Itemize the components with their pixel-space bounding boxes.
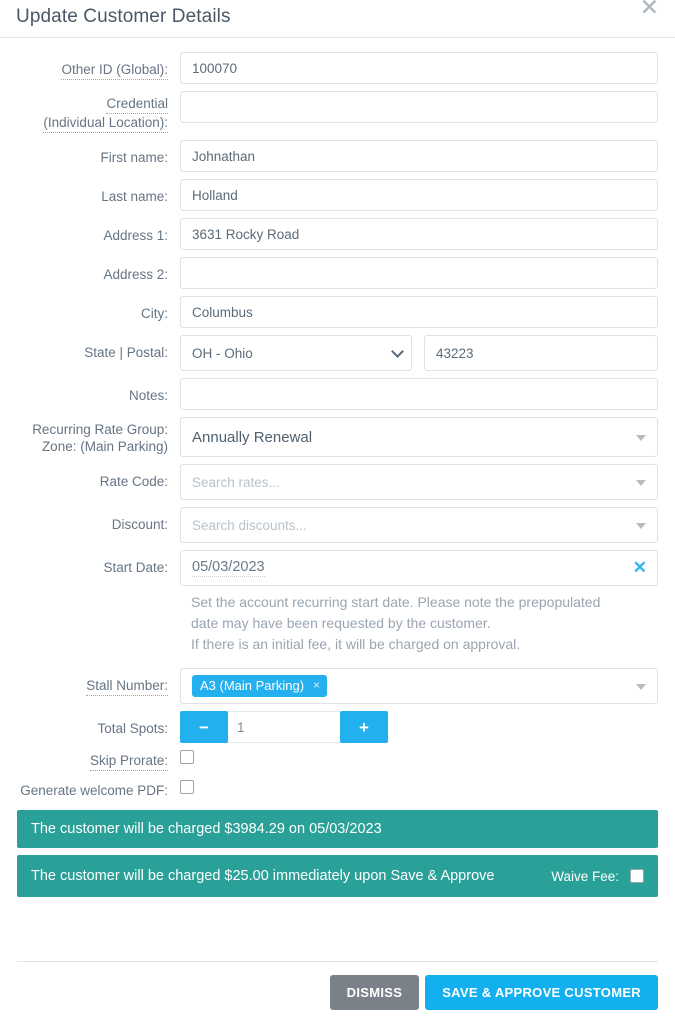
address2-input[interactable] [180,257,658,289]
total-spots-input[interactable] [228,711,340,743]
start-date-label: Start Date: [103,560,168,575]
field-row-rate-group: Recurring Rate Group: Zone: (Main Parkin… [17,417,658,457]
state-select[interactable]: OH - Ohio [180,335,412,371]
state-select-value: OH - Ohio [180,335,412,371]
other-id-label: Other ID (Global): [17,52,180,80]
field-row-discount: Discount: Search discounts... [17,507,658,543]
rate-code-placeholder: Search rates... [180,464,658,500]
field-row-other-id: Other ID (Global): [17,52,658,84]
credential-label: Credential (Individual Location): [17,91,180,133]
discount-placeholder: Search discounts... [180,507,658,543]
clear-icon[interactable]: ✕ [633,558,647,578]
recurring-charge-banner: The customer will be charged $3984.29 on… [17,810,658,848]
decrement-button[interactable]: − [180,711,228,743]
field-row-credential: Credential (Individual Location): [17,91,658,133]
rate-code-label: Rate Code: [99,474,168,489]
stall-number-dropdown[interactable]: A3 (Main Parking) × [180,668,658,704]
field-row-city: City: [17,296,658,328]
immediate-charge-text: The customer will be charged $25.00 imme… [31,868,495,884]
rate-group-value: Annually Renewal [180,417,658,457]
start-date-value: 05/03/2023 [192,559,265,577]
rate-code-dropdown[interactable]: Search rates... [180,464,658,500]
skip-prorate-label: Skip Prorate: [17,750,180,771]
field-row-address2: Address 2: [17,257,658,289]
field-row-generate-pdf: Generate welcome PDF: [17,780,658,799]
last-name-label: Last name: [101,189,168,204]
rate-group-dropdown[interactable]: Annually Renewal [180,417,658,457]
generate-pdf-label: Generate welcome PDF: [20,783,168,798]
address1-label: Address 1: [103,228,168,243]
discount-label: Discount: [111,517,168,532]
stall-chip[interactable]: A3 (Main Parking) × [192,675,328,697]
dismiss-button[interactable]: DISMISS [329,975,420,1010]
field-row-first-name: First name: [17,140,658,172]
field-row-state-postal: State | Postal: OH - Ohio [17,335,658,371]
generate-pdf-checkbox[interactable] [180,780,194,794]
start-date-help-line1: Set the account recurring start date. Pl… [191,594,601,610]
total-spots-stepper: − + [180,711,388,743]
credential-input[interactable] [180,91,658,123]
increment-button[interactable]: + [340,711,388,743]
address2-label: Address 2: [103,267,168,282]
dialog-title: Update Customer Details [16,6,231,27]
postal-input[interactable] [424,335,658,371]
field-row-skip-prorate: Skip Prorate: [17,750,658,771]
dialog-footer: DISMISS SAVE & APPROVE CUSTOMER [17,961,658,1024]
field-row-address1: Address 1: [17,218,658,250]
start-date-help-line3: If there is an initial fee, it will be c… [191,636,521,652]
waive-fee-label: Waive Fee: [551,868,619,884]
notes-input[interactable] [180,378,658,410]
field-row-start-date: Start Date: 05/03/2023 ✕ [17,550,658,586]
start-date-help: Set the account recurring start date. Pl… [180,592,658,655]
rate-group-label: Recurring Rate Group: Zone: (Main Parkin… [32,422,168,454]
address1-input[interactable] [180,218,658,250]
field-row-total-spots: Total Spots: − + [17,711,658,743]
first-name-label: First name: [100,150,168,165]
start-date-field[interactable]: 05/03/2023 ✕ [180,550,658,586]
field-row-last-name: Last name: [17,179,658,211]
city-label: City: [141,306,168,321]
chip-remove-icon[interactable]: × [313,678,320,693]
stall-chip-label: A3 (Main Parking) [200,678,305,693]
update-customer-dialog: Update Customer Details ✕ Other ID (Glob… [0,0,675,1024]
waive-fee-checkbox[interactable] [630,869,644,883]
last-name-input[interactable] [180,179,658,211]
stall-number-label: Stall Number: [17,668,180,696]
total-spots-label: Total Spots: [97,721,168,736]
notes-label: Notes: [128,388,168,403]
discount-dropdown[interactable]: Search discounts... [180,507,658,543]
save-approve-customer-button[interactable]: SAVE & APPROVE CUSTOMER [425,975,658,1010]
recurring-charge-text: The customer will be charged $3984.29 on… [31,821,382,837]
immediate-charge-banner: The customer will be charged $25.00 imme… [17,855,658,897]
field-row-rate-code: Rate Code: Search rates... [17,464,658,500]
other-id-input[interactable] [180,52,658,84]
field-row-notes: Notes: [17,378,658,410]
dialog-body: Other ID (Global): Credential (Individua… [0,38,675,961]
first-name-input[interactable] [180,140,658,172]
start-date-help-line2: date may have been requested by the cust… [191,615,491,631]
close-icon[interactable]: ✕ [640,0,659,19]
field-row-stall-number: Stall Number: A3 (Main Parking) × [17,668,658,704]
dialog-header: Update Customer Details ✕ [0,0,675,38]
waive-fee-group: Waive Fee: [551,869,644,884]
state-postal-label: State | Postal: [84,345,168,360]
city-input[interactable] [180,296,658,328]
skip-prorate-checkbox[interactable] [180,750,194,764]
